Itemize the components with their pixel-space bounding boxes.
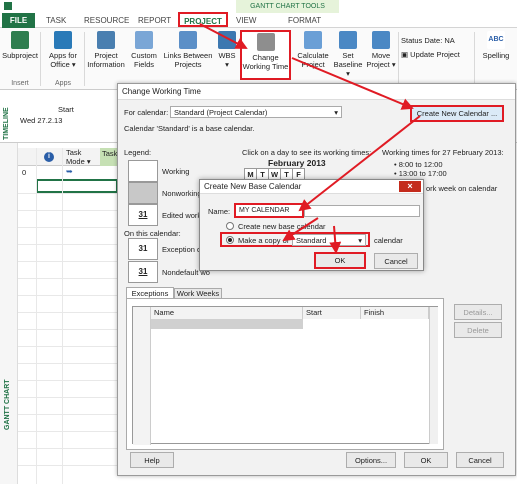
arrow-to-change-working-time — [199, 23, 248, 49]
arrow-to-copy — [282, 217, 319, 242]
arrow-to-ok — [329, 225, 342, 254]
annotation-arrows — [199, 23, 421, 254]
arrow-to-create-new — [291, 57, 414, 110]
arrow-to-name — [298, 115, 421, 212]
